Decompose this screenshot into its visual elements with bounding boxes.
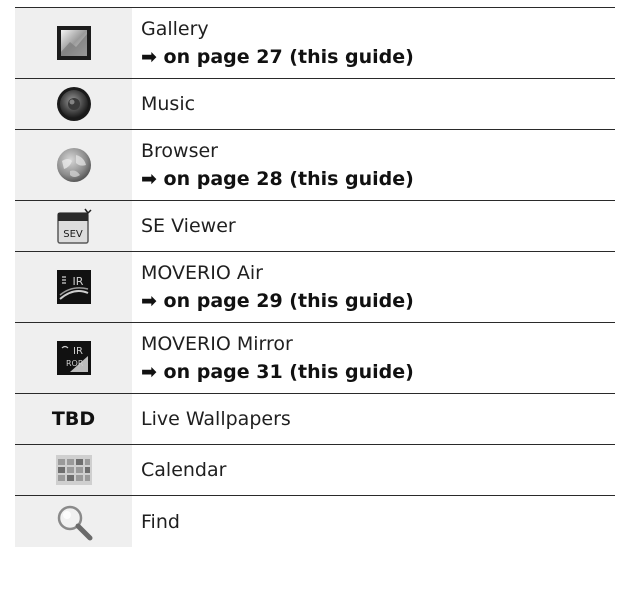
icon-cell: [15, 496, 132, 547]
app-name: Find: [141, 510, 180, 533]
globe-icon: [56, 148, 91, 182]
app-name: MOVERIO Mirror: [141, 333, 293, 355]
calendar-icon: [55, 455, 92, 485]
icon-cell: IR: [15, 252, 132, 322]
sev-folder-icon: SEV: [56, 208, 92, 244]
moverio-air-icon-label: IR: [72, 275, 83, 288]
icon-cell: [15, 445, 132, 495]
app-row-se-viewer: SEV SE Viewer: [15, 201, 615, 252]
page-reference-link[interactable]: ➡ on page 27 (this guide): [141, 43, 615, 71]
page-reference-link[interactable]: ➡ on page 28 (this guide): [141, 165, 615, 193]
page-reference-link[interactable]: ➡ on page 31 (this guide): [141, 358, 615, 386]
app-name: MOVERIO Air: [141, 262, 263, 284]
moverio-air-icon: IR: [56, 270, 91, 304]
text-cell: SE Viewer: [132, 201, 615, 251]
app-row-moverio-mirror: IR ROR MOVERIO Mirror ➡ on page 31 (this…: [15, 323, 615, 394]
icon-cell: TBD: [15, 394, 132, 444]
text-cell: Music: [132, 79, 615, 129]
tbd-label: TBD: [51, 408, 96, 430]
app-name: Gallery: [141, 18, 209, 40]
app-name: Live Wallpapers: [141, 408, 291, 430]
text-cell: Find: [132, 496, 615, 547]
text-cell: Gallery ➡ on page 27 (this guide): [132, 8, 615, 78]
moverio-mirror-icon: IR ROR: [56, 341, 91, 375]
icon-cell: [15, 79, 132, 129]
icon-cell: SEV: [15, 201, 132, 251]
app-row-calendar: Calendar: [15, 445, 615, 496]
app-name: SE Viewer: [141, 215, 236, 237]
gallery-icon: [56, 26, 91, 60]
app-row-moverio-air: IR MOVERIO Air ➡ on page 29 (this guide): [15, 252, 615, 323]
app-list-table: Gallery ➡ on page 27 (this guide) Music …: [15, 7, 615, 547]
icon-cell: [15, 8, 132, 78]
svg-text:ROR: ROR: [66, 359, 84, 368]
text-cell: MOVERIO Mirror ➡ on page 31 (this guide): [132, 323, 615, 393]
text-cell: Live Wallpapers: [132, 394, 615, 444]
sev-icon-label: SEV: [63, 229, 83, 240]
text-cell: Calendar: [132, 445, 615, 495]
text-cell: MOVERIO Air ➡ on page 29 (this guide): [132, 252, 615, 322]
app-name: Calendar: [141, 459, 227, 481]
icon-cell: IR ROR: [15, 323, 132, 393]
moverio-mirror-icon-label: IR: [73, 346, 83, 357]
app-row-music: Music: [15, 79, 615, 130]
app-name: Browser: [141, 140, 218, 162]
text-cell: Browser ➡ on page 28 (this guide): [132, 130, 615, 200]
app-row-find: Find: [15, 496, 615, 547]
app-row-browser: Browser ➡ on page 28 (this guide): [15, 130, 615, 201]
app-name: Music: [141, 93, 196, 115]
magnifier-icon: [57, 505, 92, 540]
app-row-gallery: Gallery ➡ on page 27 (this guide): [15, 8, 615, 79]
icon-cell: [15, 130, 132, 200]
app-row-live-wallpapers: TBD Live Wallpapers: [15, 394, 615, 445]
music-speaker-icon: [56, 87, 91, 121]
page-reference-link[interactable]: ➡ on page 29 (this guide): [141, 287, 615, 315]
